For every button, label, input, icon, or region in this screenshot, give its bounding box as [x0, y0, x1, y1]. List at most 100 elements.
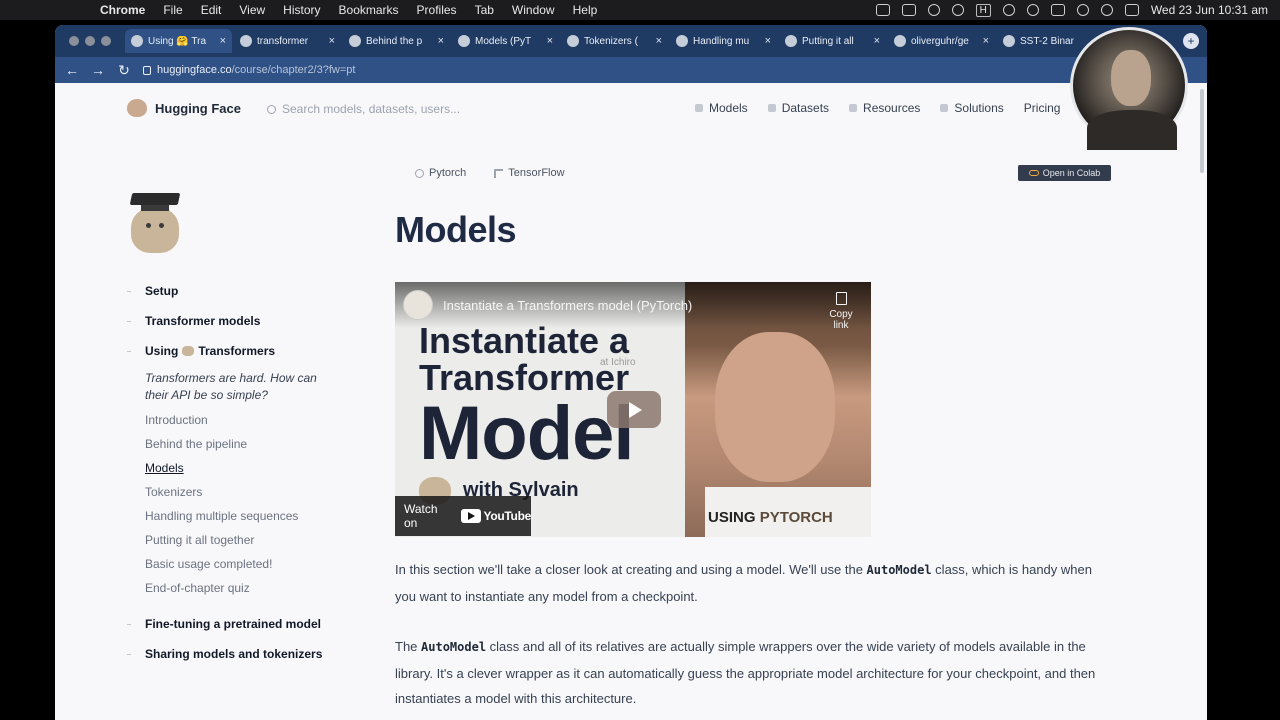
- toc-section-label-post: Transformers: [198, 344, 276, 358]
- vlc-icon[interactable]: [901, 4, 916, 16]
- control-center-icon[interactable]: [1124, 4, 1139, 16]
- record-icon[interactable]: [1002, 4, 1015, 16]
- menu-window[interactable]: Window: [512, 3, 555, 17]
- close-window-button[interactable]: [69, 36, 79, 46]
- menu-app-name[interactable]: Chrome: [100, 3, 145, 17]
- site-logo[interactable]: Hugging Face: [127, 99, 241, 117]
- browser-tab[interactable]: Putting it all ×: [779, 29, 886, 53]
- close-tab-icon[interactable]: ×: [547, 35, 553, 47]
- screen-share-icon[interactable]: [875, 4, 890, 16]
- datasets-icon: [767, 104, 776, 112]
- colab-icon: [1028, 170, 1039, 176]
- menu-edit[interactable]: Edit: [201, 3, 222, 17]
- close-tab-icon[interactable]: ×: [438, 35, 444, 47]
- close-tab-icon[interactable]: ×: [874, 35, 880, 47]
- menu-help[interactable]: Help: [573, 3, 598, 17]
- browser-tab[interactable]: transformer ×: [234, 29, 341, 53]
- browser-tab[interactable]: Behind the p ×: [343, 29, 450, 53]
- colab-favicon-icon: [458, 35, 470, 47]
- browser-tab[interactable]: Using 🤗 Tra ×: [125, 29, 232, 53]
- cloud-icon[interactable]: [927, 4, 940, 16]
- toc-section-fine-tuning[interactable]: Fine-tuning a pretrained model: [145, 617, 321, 631]
- toc-item-tokenizers[interactable]: Tokenizers: [145, 485, 202, 499]
- mascot-cap: [129, 193, 181, 205]
- browser-tab[interactable]: oliverguhr/ge ×: [888, 29, 995, 53]
- minimize-window-button[interactable]: [85, 36, 95, 46]
- battery-icon[interactable]: [1050, 4, 1065, 16]
- framework-tab-pytorch[interactable]: Pytorch: [415, 167, 466, 179]
- toc-item-handling-multiple-sequences[interactable]: Handling multiple sequences: [145, 509, 298, 523]
- menu-history[interactable]: History: [283, 3, 320, 17]
- browser-tab[interactable]: Models (PyT ×: [452, 29, 559, 53]
- toc-section-using-transformers[interactable]: Using Transformers: [145, 344, 275, 358]
- site-search[interactable]: Search models, datasets, users...: [267, 102, 460, 116]
- colab-favicon-icon: [567, 35, 579, 47]
- menu-bookmarks[interactable]: Bookmarks: [339, 3, 399, 17]
- moon-icon[interactable]: [1026, 4, 1039, 16]
- solutions-icon: [940, 104, 949, 112]
- toc-item-behind-the-pipeline[interactable]: Behind the pipeline: [145, 437, 247, 451]
- nav-pricing[interactable]: Pricing: [1024, 101, 1061, 115]
- toc-item-putting-it-all-together[interactable]: Putting it all together: [145, 533, 254, 547]
- play-button-icon[interactable]: [607, 391, 661, 428]
- nav-models[interactable]: Models: [695, 101, 748, 115]
- open-in-colab-button[interactable]: Open in Colab: [1018, 165, 1111, 181]
- toc-bullet: [127, 351, 131, 352]
- watch-on-youtube-button[interactable]: Watch on YouTube: [395, 496, 531, 536]
- upload-icon[interactable]: [951, 4, 964, 16]
- watch-on-label: Watch on: [404, 502, 438, 530]
- menu-file[interactable]: File: [163, 3, 182, 17]
- close-tab-icon[interactable]: ×: [983, 35, 989, 47]
- close-tab-icon[interactable]: ×: [220, 35, 226, 47]
- menu-view[interactable]: View: [239, 3, 265, 17]
- address-bar[interactable]: huggingface.co/course/chapter2/3?fw=pt: [143, 64, 355, 76]
- tab-label: oliverguhr/ge: [911, 35, 969, 47]
- webcam-person-shoulders: [1087, 110, 1177, 150]
- graduation-mascot-icon: [127, 193, 183, 255]
- toc-item-introduction[interactable]: Introduction: [145, 413, 208, 427]
- toc-bullet: [127, 624, 131, 625]
- mascot-eye: [146, 223, 151, 228]
- nav-resources[interactable]: Resources: [849, 101, 920, 115]
- new-tab-icon[interactable]: +: [1183, 33, 1199, 49]
- toc-section-setup[interactable]: Setup: [145, 284, 178, 298]
- back-arrow-icon[interactable]: ←: [59, 62, 85, 78]
- thumbnail-headline-line3: Model: [419, 391, 635, 476]
- search-icon[interactable]: [1100, 4, 1113, 16]
- search-icon: [267, 104, 276, 114]
- menu-tab[interactable]: Tab: [475, 3, 494, 17]
- toc-item-basic-usage-completed[interactable]: Basic usage completed!: [145, 557, 272, 571]
- close-tab-icon[interactable]: ×: [656, 35, 662, 47]
- clock[interactable]: Wed 23 Jun 10:31 am: [1151, 3, 1268, 17]
- browser-tab[interactable]: Handling mu ×: [670, 29, 777, 53]
- page-scrollbar-thumb[interactable]: [1200, 89, 1204, 173]
- close-tab-icon[interactable]: ×: [329, 35, 335, 47]
- input-source-badge[interactable]: H: [975, 3, 991, 17]
- nav-label: Solutions: [954, 101, 1004, 115]
- url-host: huggingface.co: [157, 64, 232, 76]
- video-title[interactable]: Instantiate a Transformers model (PyTorc…: [443, 298, 692, 313]
- wifi-icon[interactable]: [1076, 4, 1089, 16]
- toc-item-models[interactable]: Models: [145, 461, 184, 475]
- forward-arrow-icon[interactable]: →: [85, 62, 111, 78]
- nav-solutions[interactable]: Solutions: [940, 101, 1004, 115]
- menu-profiles[interactable]: Profiles: [417, 3, 457, 17]
- youtube-embed[interactable]: Instantiate a Transformer Model at Ichir…: [395, 282, 871, 537]
- nav-datasets[interactable]: Datasets: [767, 101, 829, 115]
- browser-tab[interactable]: Tokenizers ( ×: [561, 29, 668, 53]
- copy-link-button[interactable]: Copy link: [821, 292, 861, 331]
- resources-icon: [849, 104, 858, 112]
- toc-item-end-of-chapter-quiz[interactable]: End-of-chapter quiz: [145, 581, 250, 595]
- channel-avatar[interactable]: [403, 290, 433, 320]
- toc-section-transformer-models[interactable]: Transformer models: [145, 314, 260, 328]
- browser-toolbar: ← → ↻ huggingface.co/course/chapter2/3?f…: [55, 57, 1207, 83]
- lock-icon[interactable]: [143, 65, 151, 75]
- tab-label: Handling mu: [693, 35, 750, 47]
- toc-section-sharing-models[interactable]: Sharing models and tokenizers: [145, 647, 322, 661]
- search-input[interactable]: Search models, datasets, users...: [282, 102, 460, 116]
- reload-icon[interactable]: ↻: [111, 62, 137, 79]
- text-span: class and all of its relatives are actua…: [395, 639, 1096, 706]
- framework-tab-tensorflow[interactable]: TensorFlow: [494, 167, 565, 179]
- zoom-window-button[interactable]: [101, 36, 111, 46]
- close-tab-icon[interactable]: ×: [765, 35, 771, 47]
